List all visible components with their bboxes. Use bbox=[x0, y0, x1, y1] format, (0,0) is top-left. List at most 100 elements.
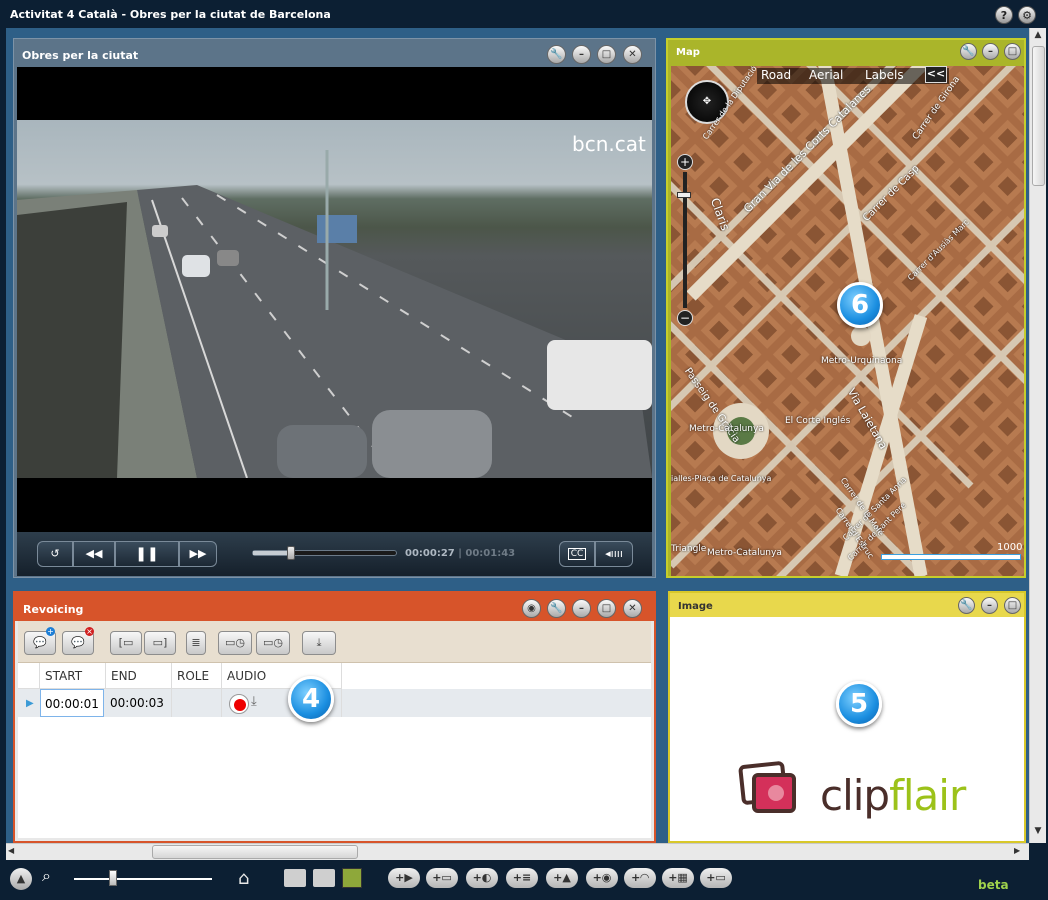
video-controls: ↺ ◀◀ ❚❚ ▶▶ 00:00:27 | 00:01:43 CC ◂ıııı bbox=[17, 532, 652, 576]
add-map-icon[interactable]: +◉ bbox=[586, 868, 618, 888]
map-mode-aerial-button[interactable]: Aerial bbox=[809, 68, 843, 82]
minimize-icon[interactable]: – bbox=[982, 43, 999, 60]
row-header-column bbox=[18, 663, 40, 689]
zoom-out-icon[interactable]: − bbox=[677, 310, 693, 326]
document-icon[interactable]: ≣ bbox=[186, 631, 206, 655]
minimize-icon[interactable]: – bbox=[572, 599, 591, 618]
record-button[interactable] bbox=[229, 694, 249, 714]
captions-button[interactable]: CC bbox=[559, 541, 595, 567]
fast-forward-button[interactable]: ▶▶ bbox=[179, 541, 217, 567]
horizontal-scrollbar[interactable]: ◀ ▶ bbox=[6, 843, 1029, 860]
zoom-fit-icon[interactable]: ⌕ bbox=[42, 866, 66, 890]
vertical-scrollbar[interactable]: ▲ ▼ bbox=[1029, 28, 1046, 843]
help-icon[interactable]: ? bbox=[995, 6, 1013, 24]
home-icon[interactable]: ⌂ bbox=[238, 868, 249, 889]
add-captions-icon[interactable]: +▭ bbox=[426, 868, 458, 888]
map-street-label: Metro-Urquinaona bbox=[821, 356, 903, 366]
column-header-end[interactable]: END bbox=[106, 663, 172, 689]
vertical-scroll-thumb[interactable] bbox=[1032, 46, 1045, 186]
set-start-icon[interactable]: [▭ bbox=[110, 631, 142, 655]
add-text-icon[interactable]: +≡ bbox=[506, 868, 538, 888]
row-selector-icon[interactable]: ▶ bbox=[26, 698, 34, 709]
expand-up-icon[interactable]: ▲ bbox=[10, 868, 32, 890]
scale-bar bbox=[881, 554, 1021, 560]
zoom-slider-thumb[interactable] bbox=[677, 192, 691, 198]
scroll-left-arrow[interactable]: ◀ bbox=[8, 846, 20, 858]
go-to-time-icon[interactable]: ▭◷ bbox=[218, 631, 252, 655]
scroll-right-arrow[interactable]: ▶ bbox=[1014, 846, 1026, 858]
add-news-icon[interactable]: +◠ bbox=[624, 868, 656, 888]
maximize-icon[interactable]: □ bbox=[1004, 597, 1021, 614]
step-badge-4: 4 bbox=[288, 676, 334, 722]
end-cell[interactable]: 00:00:03 bbox=[106, 689, 172, 717]
sync-time-icon[interactable]: ▭◷ bbox=[256, 631, 290, 655]
add-browser-icon[interactable]: +▭ bbox=[700, 868, 732, 888]
map-street-label: ialles-Plaça de Catalunya bbox=[671, 474, 772, 483]
scroll-down-arrow[interactable]: ▼ bbox=[1031, 826, 1045, 840]
current-time: 00:00:27 bbox=[405, 548, 455, 559]
zoom-in-icon[interactable]: + bbox=[677, 154, 693, 170]
load-audio-icon[interactable]: ⤓ bbox=[251, 694, 273, 714]
set-end-icon[interactable]: ▭] bbox=[144, 631, 176, 655]
video-panel: Obres per la ciutat 🔧 – □ ✕ bcn.cat ↺ ◀◀… bbox=[13, 38, 656, 578]
open-activity-icon[interactable] bbox=[284, 869, 306, 887]
column-header-start[interactable]: START bbox=[40, 663, 106, 689]
maximize-icon[interactable]: □ bbox=[1004, 43, 1021, 60]
start-cell[interactable]: 00:00:01 bbox=[40, 689, 104, 717]
wrench-icon[interactable]: 🔧 bbox=[960, 43, 977, 60]
map-view[interactable]: Road Aerial Labels << ✥ + − Gran Via de le… bbox=[671, 66, 1024, 576]
video-player[interactable]: bcn.cat bbox=[17, 67, 652, 532]
horizontal-scroll-thumb[interactable] bbox=[152, 845, 358, 859]
video-frame: bcn.cat bbox=[17, 120, 652, 478]
add-image-icon[interactable]: +▲ bbox=[546, 868, 578, 888]
save-icon[interactable] bbox=[342, 868, 362, 888]
minimize-icon[interactable]: – bbox=[572, 45, 591, 64]
maximize-icon[interactable]: □ bbox=[597, 45, 616, 64]
close-icon[interactable]: ✕ bbox=[623, 45, 642, 64]
scroll-up-arrow[interactable]: ▲ bbox=[1031, 30, 1045, 44]
volume-button[interactable]: ◂ıııı bbox=[595, 541, 633, 567]
time-display: 00:00:27 | 00:01:43 bbox=[405, 548, 515, 559]
map-street-label: Triangle bbox=[671, 544, 707, 554]
bcn-watermark: bcn.cat bbox=[572, 132, 646, 156]
collapse-icon[interactable]: << bbox=[925, 66, 947, 83]
x-badge-icon: × bbox=[85, 627, 94, 636]
map-street-label: Metro-Catalunya bbox=[707, 548, 782, 558]
map-mode-labels-button[interactable]: Labels bbox=[865, 68, 904, 82]
clipflair-logo: clipflair bbox=[738, 759, 990, 839]
map-street-label: El Corte Inglés bbox=[785, 416, 851, 426]
record-icon bbox=[234, 699, 246, 711]
logo-text: clipflair bbox=[820, 771, 966, 820]
add-clip-icon[interactable]: +▶ bbox=[388, 868, 420, 888]
video-frame-drawing bbox=[17, 150, 652, 478]
pause-button[interactable]: ❚❚ bbox=[115, 541, 179, 567]
add-revoicing-icon[interactable]: +◐ bbox=[466, 868, 498, 888]
settings-icon[interactable]: ⚙ bbox=[1018, 6, 1036, 24]
camera-icon[interactable]: ◉ bbox=[522, 599, 541, 618]
column-header-role[interactable]: ROLE bbox=[172, 663, 222, 689]
map-mode-road-button[interactable]: Road bbox=[761, 68, 791, 82]
app-title: Activitat 4 Català - Obres per la ciutat… bbox=[10, 8, 331, 21]
import-audio-icon[interactable]: ⤓ bbox=[302, 631, 336, 655]
zoom-slider[interactable] bbox=[74, 878, 212, 880]
role-cell[interactable] bbox=[172, 689, 222, 717]
minimize-icon[interactable]: – bbox=[981, 597, 998, 614]
app-title-bar: Activitat 4 Català - Obres per la ciutat… bbox=[0, 0, 1048, 28]
seek-thumb[interactable] bbox=[286, 546, 295, 560]
image-panel: Image 🔧 – □ 5 clipflair bbox=[668, 591, 1026, 843]
maximize-icon[interactable]: □ bbox=[597, 599, 616, 618]
map-panel: Map 🔧 – □ Road Aerial Labels << ✥ + − Gr… bbox=[666, 38, 1026, 578]
seek-bar[interactable] bbox=[252, 546, 397, 560]
add-grid-icon[interactable]: +▦ bbox=[662, 868, 694, 888]
wrench-icon[interactable]: 🔧 bbox=[958, 597, 975, 614]
zoom-slider-thumb[interactable] bbox=[108, 870, 117, 886]
wrench-icon[interactable]: 🔧 bbox=[547, 599, 566, 618]
replay-button[interactable]: ↺ bbox=[37, 541, 73, 567]
seek-progress bbox=[253, 551, 291, 555]
open-folder-icon[interactable] bbox=[313, 869, 335, 887]
close-icon[interactable]: ✕ bbox=[623, 599, 642, 618]
plus-badge-icon: + bbox=[46, 627, 55, 636]
step-badge-6: 6 bbox=[837, 282, 883, 328]
wrench-icon[interactable]: 🔧 bbox=[547, 45, 566, 64]
rewind-button[interactable]: ◀◀ bbox=[73, 541, 115, 567]
